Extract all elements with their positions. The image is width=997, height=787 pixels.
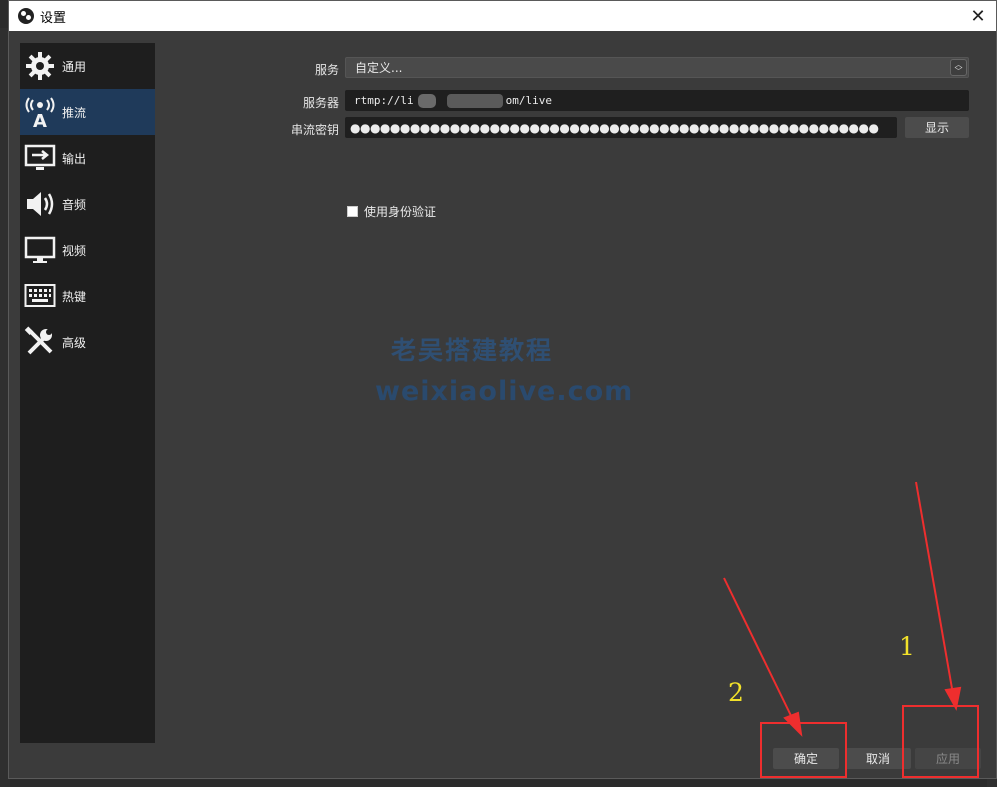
annotation-number-1: 1 [899,632,915,661]
redaction-blur [418,94,436,108]
sidebar-item-hotkeys[interactable]: 热键 [20,273,155,319]
service-value: 自定义... [355,61,403,75]
close-icon: ✕ [970,5,986,27]
service-label: 服务 [314,63,339,77]
show-key-button[interactable]: 显示 [905,117,969,138]
obs-logo-icon [18,8,34,24]
sidebar-item-advanced[interactable]: 高级 [20,319,155,365]
sidebar-item-label: 推流 [62,105,87,120]
server-label: 服务器 [302,96,339,110]
server-input[interactable]: rtmp://li om/live [345,90,969,111]
window-title: 设置 [40,10,67,26]
annotation-box-apply [902,705,979,778]
watermark-title: 老吴搭建教程 [391,336,554,365]
sidebar-item-video[interactable]: 视频 [20,227,155,273]
sidebar-item-label: 通用 [62,59,87,74]
title-bar: 设置 ✕ [9,1,996,31]
close-button[interactable]: ✕ [966,4,990,28]
sidebar-item-label: 热键 [62,289,87,304]
use-auth-checkbox-row[interactable]: 使用身份验证 [347,203,436,220]
output-monitor-icon [22,140,58,176]
sidebar-item-label: 高级 [62,335,87,350]
speaker-icon [22,186,58,222]
sidebar-item-output[interactable]: 输出 [20,135,155,181]
broadcast-antenna-icon: A [22,94,58,130]
redaction-blur [447,94,503,108]
annotation-number-2: 2 [728,678,744,707]
use-auth-checkbox[interactable] [347,206,358,217]
settings-sidebar: 通用 A 推流 输出 音频 视频 热键 高级 [20,43,155,743]
keyboard-icon [22,278,58,314]
service-select[interactable]: 自定义... ︿ ﹀ [345,57,969,78]
sidebar-item-label: 输出 [62,151,87,166]
sidebar-item-label: 音频 [62,197,87,212]
tools-icon [22,324,58,360]
annotation-box-ok [760,722,847,778]
server-value-prefix: rtmp://li [354,94,414,107]
use-auth-label: 使用身份验证 [364,205,437,219]
watermark-url: weixiaolive.com [375,376,634,407]
server-value-suffix: om/live [505,94,552,107]
sidebar-item-audio[interactable]: 音频 [20,181,155,227]
sidebar-item-stream[interactable]: A 推流 [20,89,155,135]
settings-dialog: 设置 ✕ 通用 A 推流 输出 音频 视频 热键 高级 服务 自定义... ︿ … [8,0,997,779]
monitor-icon [22,232,58,268]
sidebar-item-label: 视频 [62,243,87,258]
stream-key-masked-value: ●●●●●●●●●●●●●●●●●●●●●●●●●●●●●●●●●●●●●●●●… [350,120,879,135]
chevron-updown-icon: ︿ ﹀ [950,59,967,76]
svg-text:A: A [33,111,47,128]
sidebar-item-general[interactable]: 通用 [20,43,155,89]
stream-key-input[interactable]: ●●●●●●●●●●●●●●●●●●●●●●●●●●●●●●●●●●●●●●●●… [345,117,897,138]
gear-icon [22,48,58,84]
stream-key-label: 串流密钥 [290,123,339,137]
